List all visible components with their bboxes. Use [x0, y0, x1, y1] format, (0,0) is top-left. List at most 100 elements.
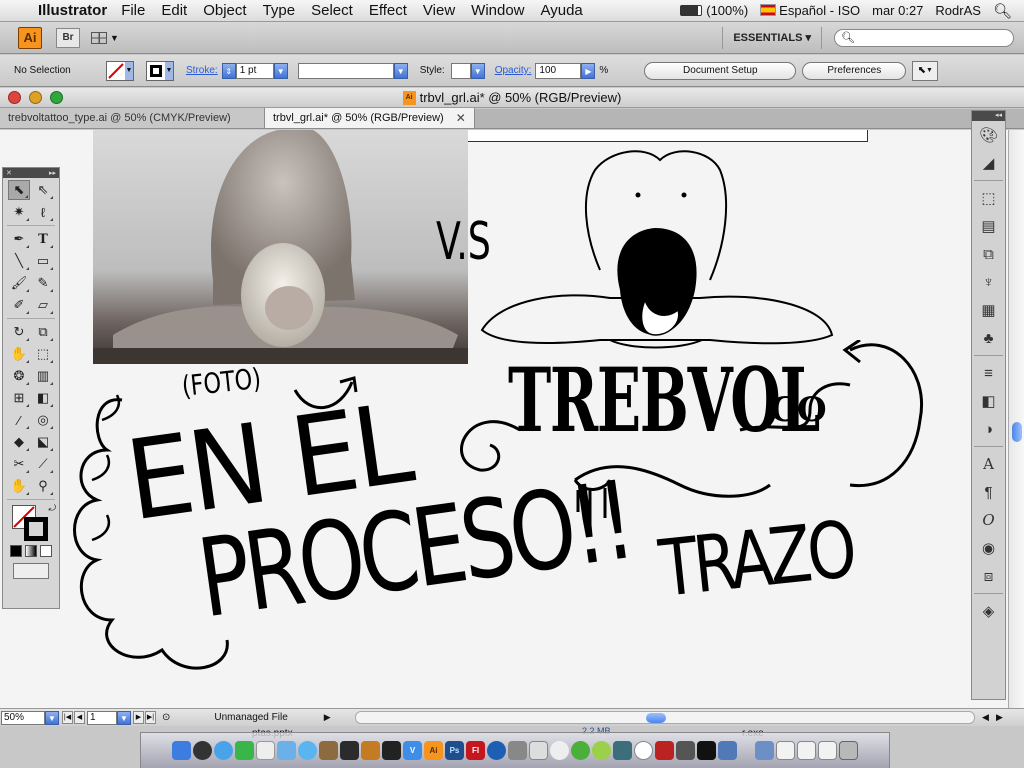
stroke-panel-icon[interactable]: ≡: [972, 359, 1005, 387]
slice-tool-icon[interactable]: ⟋: [32, 454, 54, 474]
align-panel-icon[interactable]: ▤: [972, 212, 1005, 240]
ical-icon[interactable]: [256, 741, 275, 760]
clock[interactable]: mar 0:27: [872, 3, 923, 18]
artboard-dropdown[interactable]: ▼: [117, 710, 131, 725]
document-stack-icon[interactable]: [776, 741, 795, 760]
transparency-panel-icon[interactable]: ◑: [972, 415, 1005, 443]
opacity-panel-link[interactable]: Opacity:: [495, 65, 532, 76]
gradient-mode-button[interactable]: [25, 545, 37, 557]
color-guide-panel-icon[interactable]: ◢: [972, 149, 1005, 177]
itunes-icon[interactable]: [298, 741, 317, 760]
close-window-button[interactable]: [8, 91, 21, 104]
character-panel-icon[interactable]: A: [972, 450, 1005, 478]
column-graph-tool-icon[interactable]: ▥: [32, 366, 54, 386]
blend-tool-icon[interactable]: ◎: [32, 410, 54, 430]
menu-type[interactable]: Type: [263, 2, 296, 19]
illustrator-dock-icon[interactable]: Ai: [424, 741, 443, 760]
zoom-level-input[interactable]: 50%: [1, 710, 45, 725]
color-mode-button[interactable]: [10, 545, 22, 557]
garageband-icon[interactable]: [361, 741, 380, 760]
mesh-tool-icon[interactable]: ⊞: [8, 388, 30, 408]
ball-icon[interactable]: [592, 741, 611, 760]
globe-icon[interactable]: [487, 741, 506, 760]
trazo-text[interactable]: TRAZO: [655, 505, 857, 615]
preferences-button[interactable]: Preferences: [802, 61, 907, 80]
magic-wand-tool-icon[interactable]: ✷: [8, 202, 30, 222]
horizontal-scroll-thumb[interactable]: [646, 713, 666, 723]
preview-icon[interactable]: [277, 741, 296, 760]
close-tab-icon[interactable]: ✕: [456, 111, 466, 125]
menu-object[interactable]: Object: [203, 2, 246, 19]
disk-icon[interactable]: [529, 741, 548, 760]
layers-panel-icon[interactable]: ◈: [972, 597, 1005, 625]
vs-text[interactable]: V.S: [436, 212, 491, 272]
fill-swatch[interactable]: ▼: [106, 60, 134, 81]
zoom-window-button[interactable]: [50, 91, 63, 104]
trash-icon[interactable]: [839, 741, 858, 760]
app-menu[interactable]: Illustrator: [38, 2, 107, 19]
reference-photo[interactable]: [93, 130, 468, 364]
artboard-canvas[interactable]: V.S (FOTO) EN EL PROCESO!! TREBVOL CO TR…: [0, 130, 1024, 708]
blob-brush-tool-icon[interactable]: ✐: [8, 295, 30, 315]
zoom-dropdown[interactable]: ▼: [45, 710, 59, 725]
glasses-icon[interactable]: [676, 741, 695, 760]
stroke-weight-input[interactable]: 1 pt: [235, 62, 274, 79]
utility-icon[interactable]: [508, 741, 527, 760]
appearance-panel-icon[interactable]: ◉: [972, 534, 1005, 562]
menu-window[interactable]: Window: [471, 2, 524, 19]
horizontal-scrollbar[interactable]: [355, 711, 975, 724]
photobooth-icon[interactable]: [655, 741, 674, 760]
symbols-panel-icon[interactable]: ♣: [972, 324, 1005, 352]
screen-mode-button[interactable]: [13, 563, 49, 579]
none-mode-button[interactable]: [40, 545, 52, 557]
last-artboard-button[interactable]: ▶|: [145, 711, 156, 724]
artboard-tool-icon[interactable]: ✂: [8, 454, 30, 474]
collapse-icon[interactable]: ◂◂: [972, 111, 1005, 121]
line-tool-icon[interactable]: ╲: [8, 251, 30, 271]
torrent-icon[interactable]: [571, 741, 590, 760]
direct-selection-tool-icon[interactable]: ⇖: [32, 180, 54, 200]
vertical-scrollbar[interactable]: [1008, 130, 1024, 708]
paragraph-panel-icon[interactable]: ¶: [972, 478, 1005, 506]
blackberry-icon[interactable]: [697, 741, 716, 760]
battery-status[interactable]: (100%): [680, 3, 748, 18]
iphoto-icon[interactable]: [319, 741, 338, 760]
activity-monitor-icon[interactable]: [613, 741, 632, 760]
symbol-sprayer-tool-icon[interactable]: ❂: [8, 366, 30, 386]
pathfinder-panel-icon[interactable]: ⧉: [972, 240, 1005, 268]
previous-artboard-button[interactable]: ◀: [74, 711, 85, 724]
fill-stroke-selector[interactable]: ⤾: [6, 503, 56, 543]
live-paint-bucket-icon[interactable]: ◆: [8, 432, 30, 452]
panel-options-button[interactable]: ⬉ ▼: [912, 60, 939, 81]
swap-icon[interactable]: ⤾: [49, 503, 57, 514]
menu-select[interactable]: Select: [311, 2, 353, 19]
input-source[interactable]: Español - ISO: [760, 3, 860, 18]
brushes-panel-icon[interactable]: ♆: [972, 268, 1005, 296]
tab-trebvoltattoo-type[interactable]: trebvoltattoo_type.ai @ 50% (CMYK/Previe…: [0, 108, 265, 128]
lasso-tool-icon[interactable]: ℓ: [32, 202, 54, 222]
network-icon[interactable]: [718, 741, 737, 760]
rectangle-tool-icon[interactable]: ▭: [32, 251, 54, 271]
clock-dock-icon[interactable]: [634, 741, 653, 760]
workspace-switcher[interactable]: ESSENTIALS ▾: [722, 26, 822, 49]
rotate-tool-icon[interactable]: ↻: [8, 322, 30, 342]
color-panel-icon[interactable]: 🎨︎: [972, 121, 1005, 149]
opacity-input[interactable]: 100: [535, 62, 582, 79]
safari-icon[interactable]: [214, 741, 233, 760]
swatches-panel-icon[interactable]: ▦: [972, 296, 1005, 324]
help-search-input[interactable]: 🔍︎: [834, 28, 1014, 47]
menu-edit[interactable]: Edit: [161, 2, 187, 19]
dashboard-icon[interactable]: [193, 741, 212, 760]
arrange-documents-button[interactable]: ▼: [90, 28, 120, 48]
paintbrush-tool-icon[interactable]: 🖌︎: [8, 273, 30, 293]
stroke-swatch[interactable]: ▼: [146, 60, 174, 81]
download-stack-icon[interactable]: [755, 741, 774, 760]
first-artboard-button[interactable]: |◀: [62, 711, 73, 724]
variable-width-dropdown[interactable]: ▼: [393, 62, 408, 79]
scroll-left-button[interactable]: ◀: [982, 712, 989, 723]
user-menu[interactable]: RodrAS: [935, 3, 981, 18]
selection-tool-icon[interactable]: ⬉: [8, 180, 30, 200]
finder-icon[interactable]: [172, 741, 191, 760]
variable-width-select[interactable]: [297, 62, 394, 79]
status-menu-arrow[interactable]: ▶: [324, 712, 331, 723]
